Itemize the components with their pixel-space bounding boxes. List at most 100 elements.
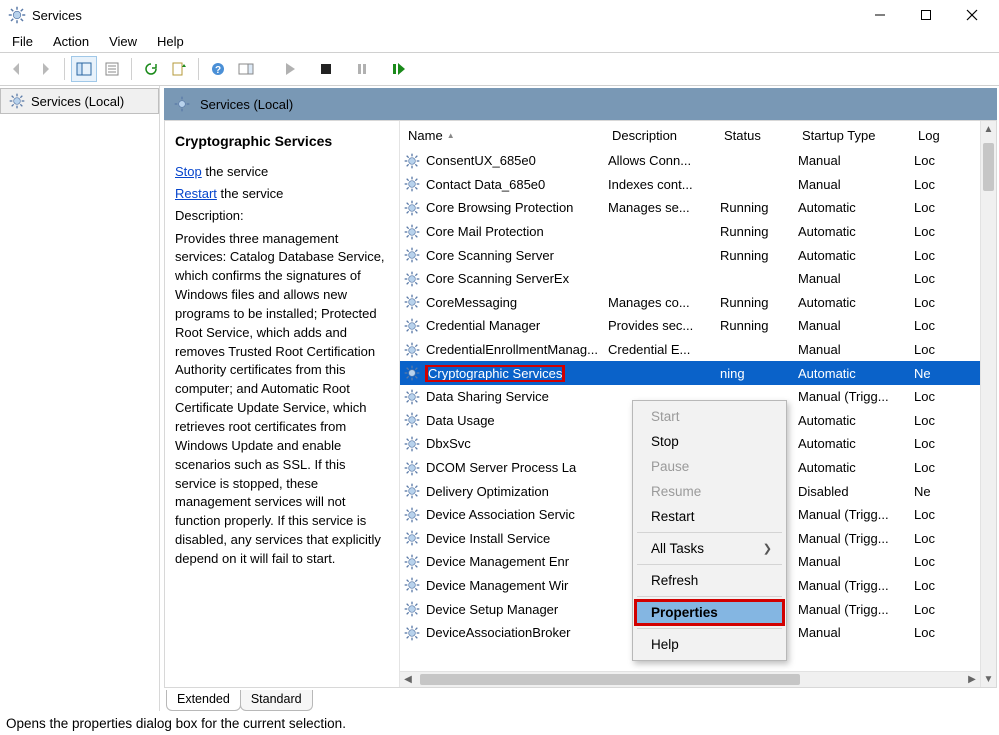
service-logon-cell: Loc (910, 389, 950, 404)
close-button[interactable] (949, 0, 995, 30)
cm-start[interactable]: Start (635, 404, 784, 429)
status-bar: Opens the properties dialog box for the … (0, 711, 999, 735)
cm-pause[interactable]: Pause (635, 454, 784, 479)
col-description[interactable]: Description (604, 124, 716, 147)
scroll-up-arrow-icon[interactable]: ▲ (981, 121, 996, 137)
table-row[interactable]: CoreMessagingManages co...RunningAutomat… (400, 291, 996, 315)
refresh-button[interactable] (138, 56, 164, 82)
service-gear-icon (404, 483, 420, 499)
cm-properties[interactable]: Properties (635, 600, 784, 625)
service-logon-cell: Loc (910, 602, 950, 617)
pause-service-button[interactable] (349, 56, 375, 82)
show-hide-tree-button[interactable] (71, 56, 97, 82)
horizontal-scrollbar[interactable]: ◀ ▶ (400, 671, 980, 687)
cm-restart[interactable]: Restart (635, 504, 784, 529)
stop-service-button[interactable] (313, 56, 339, 82)
service-desc-cell: Manages co... (604, 295, 716, 310)
scroll-right-arrow-icon[interactable]: ▶ (964, 674, 980, 685)
table-row[interactable]: CredentialEnrollmentManag...Credential E… (400, 338, 996, 362)
table-row[interactable]: Core Scanning ServerExManualLoc (400, 267, 996, 291)
service-logon-cell: Loc (910, 248, 950, 263)
col-logon[interactable]: Log (910, 124, 950, 147)
col-startup[interactable]: Startup Type (794, 124, 910, 147)
service-desc-cell: Credential E... (604, 342, 716, 357)
service-logon-cell: Loc (910, 342, 950, 357)
scroll-left-arrow-icon[interactable]: ◀ (400, 674, 416, 685)
toolbar: ? (0, 52, 999, 86)
col-name[interactable]: Name▲ (400, 124, 604, 147)
window-controls (857, 0, 995, 30)
export-list-button[interactable] (166, 56, 192, 82)
tab-extended[interactable]: Extended (166, 690, 241, 711)
service-startup-cell: Manual (Trigg... (794, 602, 910, 617)
service-startup-cell: Manual (794, 153, 910, 168)
cm-all-tasks[interactable]: All Tasks❯ (635, 536, 784, 561)
table-row[interactable]: Core Browsing ProtectionManages se...Run… (400, 196, 996, 220)
service-status-cell: ning (716, 366, 794, 381)
col-status[interactable]: Status (716, 124, 794, 147)
service-name-cell: Device Setup Manager (400, 601, 604, 617)
table-row[interactable]: Core Scanning ServerRunningAutomaticLoc (400, 243, 996, 267)
window-title: Services (32, 8, 82, 23)
menu-action[interactable]: Action (43, 32, 99, 51)
tab-standard[interactable]: Standard (240, 690, 313, 711)
service-gear-icon (404, 318, 420, 334)
service-name-cell: ConsentUX_685e0 (400, 153, 604, 169)
minimize-button[interactable] (857, 0, 903, 30)
menu-file[interactable]: File (2, 32, 43, 51)
service-name-cell: Core Browsing Protection (400, 200, 604, 216)
service-status-cell: Running (716, 200, 794, 215)
service-startup-cell: Automatic (794, 200, 910, 215)
table-row[interactable]: ConsentUX_685e0Allows Conn...ManualLoc (400, 149, 996, 173)
service-startup-cell: Automatic (794, 460, 910, 475)
service-gear-icon (404, 342, 420, 358)
show-hide-action-pane-button[interactable] (233, 56, 259, 82)
service-startup-cell: Manual (794, 271, 910, 286)
service-startup-cell: Automatic (794, 366, 910, 381)
service-name-cell: DCOM Server Process La (400, 460, 604, 476)
nav-forward-button[interactable] (32, 56, 58, 82)
service-startup-cell: Manual (Trigg... (794, 389, 910, 404)
table-row[interactable]: Cryptographic ServicesningAutomaticNe (400, 361, 996, 385)
service-logon-cell: Loc (910, 460, 950, 475)
service-name-cell: DeviceAssociationBroker (400, 625, 604, 641)
start-service-button[interactable] (277, 56, 303, 82)
scroll-thumb[interactable] (420, 674, 800, 685)
service-logon-cell: Loc (910, 436, 950, 451)
nav-back-button[interactable] (4, 56, 30, 82)
table-row[interactable]: Contact Data_685e0Indexes cont...ManualL… (400, 173, 996, 197)
service-logon-cell: Loc (910, 554, 950, 569)
properties-toolbar-button[interactable] (99, 56, 125, 82)
menu-view[interactable]: View (99, 32, 147, 51)
service-logon-cell: Loc (910, 413, 950, 428)
cm-resume[interactable]: Resume (635, 479, 784, 504)
help-toolbar-button[interactable]: ? (205, 56, 231, 82)
scroll-down-arrow-icon[interactable]: ▼ (981, 671, 996, 687)
restart-service-button[interactable] (385, 56, 411, 82)
menu-bar: File Action View Help (0, 30, 999, 52)
service-gear-icon (404, 460, 420, 476)
cm-help[interactable]: Help (635, 632, 784, 657)
service-status-cell: Running (716, 248, 794, 263)
status-text: Opens the properties dialog box for the … (6, 716, 346, 731)
restart-link[interactable]: Restart (175, 186, 217, 201)
cm-refresh[interactable]: Refresh (635, 568, 784, 593)
stop-link[interactable]: Stop (175, 164, 202, 179)
service-logon-cell: Loc (910, 578, 950, 593)
tabs-row: Extended Standard (164, 690, 997, 711)
scroll-thumb[interactable] (983, 143, 994, 191)
table-row[interactable]: Credential ManagerProvides sec...Running… (400, 314, 996, 338)
cm-stop[interactable]: Stop (635, 429, 784, 454)
service-gear-icon (404, 224, 420, 240)
vertical-scrollbar[interactable]: ▲ ▼ (980, 121, 996, 687)
service-logon-cell: Loc (910, 295, 950, 310)
service-gear-icon (404, 577, 420, 593)
menu-help[interactable]: Help (147, 32, 194, 51)
content-header-title: Services (Local) (200, 97, 293, 112)
service-logon-cell: Ne (910, 366, 950, 381)
service-gear-icon (404, 601, 420, 617)
service-gear-icon (404, 554, 420, 570)
table-row[interactable]: Core Mail ProtectionRunningAutomaticLoc (400, 220, 996, 244)
tree-services-local[interactable]: Services (Local) (0, 88, 159, 114)
maximize-button[interactable] (903, 0, 949, 30)
